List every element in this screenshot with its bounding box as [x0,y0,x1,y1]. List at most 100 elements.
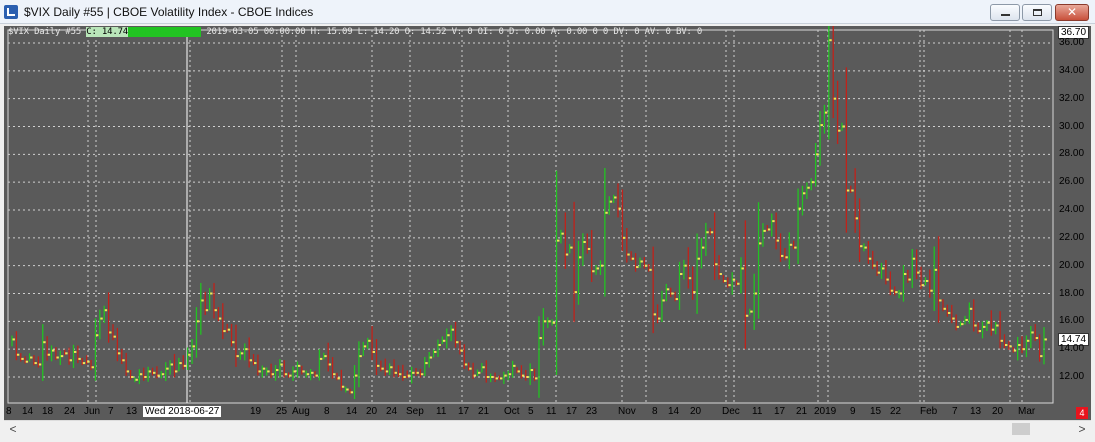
time-axis-label: Dec [722,406,740,417]
scroll-right-arrow-icon[interactable]: > [1075,422,1089,436]
close-tick [469,367,472,370]
close-tick [675,298,679,301]
close-tick [341,385,345,388]
close-tick [183,364,187,367]
close-tick [126,370,130,373]
close-tick [38,363,42,366]
close-tick [12,338,15,341]
close-tick [385,370,389,373]
info-green-block: 00000000000000 [128,27,202,37]
close-tick [148,370,152,373]
close-button[interactable] [1055,4,1089,21]
close-tick [1031,331,1034,334]
close-tick [473,374,477,377]
close-tick [157,374,160,377]
window-titlebar: $VIX Daily #55 | CBOE Volatility Index -… [0,0,1095,24]
close-tick [464,363,468,366]
close-tick [983,325,986,328]
close-tick [210,292,213,295]
close-tick [153,371,156,374]
close-tick [1040,355,1043,358]
close-tick [139,373,143,376]
close-tick [368,339,371,342]
close-tick [135,378,138,381]
close-tick [289,374,292,377]
price-axis-label: 26.00 [1059,176,1085,188]
close-tick [899,292,902,295]
close-tick [987,321,990,324]
close-tick [868,257,872,260]
time-axis-label: 13 [126,406,138,417]
time-axis-label: 11 [546,406,557,417]
scroll-thumb[interactable] [1012,423,1030,435]
close-tick [218,317,222,320]
bar-info-line: $VIX Daily #55 C: 14.7400000000000000 20… [8,27,702,37]
time-axis-label: 17 [566,406,578,417]
close-tick [1009,345,1012,348]
time-axis-label: 24 [64,406,76,417]
close-tick [833,97,837,100]
close-tick [52,349,55,352]
time-axis-label: 14 [346,406,358,417]
close-tick [227,328,231,331]
minimize-button[interactable] [990,4,1020,21]
time-axis-label: 11 [752,406,763,417]
close-tick [451,328,455,331]
close-tick [306,373,310,376]
close-tick [925,279,929,282]
close-tick [794,246,797,249]
alert-count-badge[interactable]: 4 [1076,407,1088,419]
scroll-left-arrow-icon[interactable]: < [6,422,20,436]
time-axis-label: Nov [618,406,636,417]
time-axis-label: Jun [84,406,101,417]
crosshair-date-label: Wed 2018-06-27 [143,406,222,417]
close-tick [820,124,823,127]
time-axis-label: Sep [406,406,424,417]
close-tick [30,356,33,359]
close-tick [587,247,591,250]
close-tick [131,376,134,378]
close-tick [706,231,709,234]
close-tick [477,371,481,374]
close-tick [359,355,362,358]
close-tick [754,292,758,295]
close-tick [886,278,889,281]
close-tick [16,353,20,356]
close-tick [381,367,384,370]
close-tick [802,192,806,195]
time-axis-label: 8 [652,406,658,417]
time-axis-label: 14 [22,406,34,417]
time-axis-label: 5 [528,406,534,417]
close-tick [996,324,999,327]
close-tick [201,299,204,302]
maximize-button[interactable] [1022,4,1052,21]
close-tick [666,288,670,291]
close-tick [232,341,235,344]
close-tick [324,355,327,358]
close-tick [943,307,946,310]
close-tick [346,388,349,391]
close-tick [789,243,793,246]
time-axis-label: 8 [324,406,330,417]
close-tick [416,371,419,374]
horizontal-scrollbar[interactable]: < > [4,420,1091,437]
close-tick [1004,343,1008,346]
close-tick [403,376,406,378]
close-tick [205,309,209,312]
close-tick [438,343,441,346]
close-tick [956,325,960,328]
chart-plot[interactable] [4,26,1091,421]
close-tick [653,313,657,316]
close-tick [25,360,29,363]
chart-app-icon [4,5,18,19]
close-tick [539,337,542,340]
price-axis-label: 28.00 [1059,148,1085,160]
close-tick [811,181,815,184]
close-tick [592,270,595,273]
close-tick [275,369,279,372]
close-tick [460,349,463,352]
close-tick [570,246,573,249]
close-tick [117,352,121,355]
price-chart[interactable]: $VIX Daily #55 C: 14.7400000000000000 20… [4,26,1091,421]
time-axis-label: 20 [690,406,702,417]
